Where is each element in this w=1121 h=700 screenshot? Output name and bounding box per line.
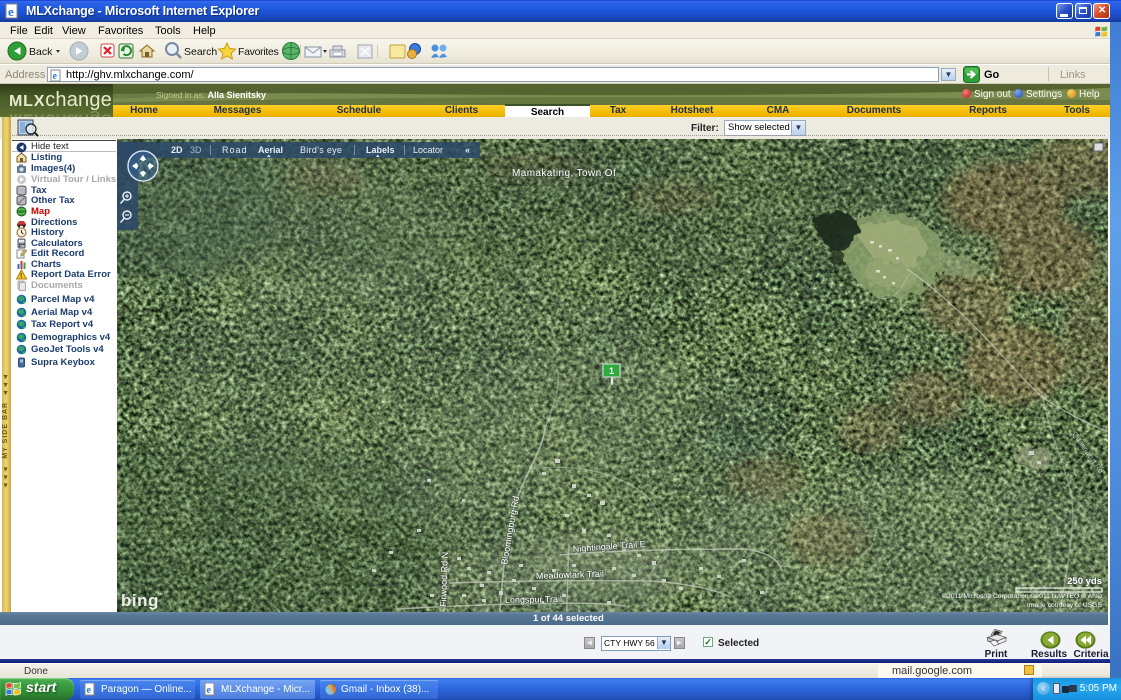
svg-text:Image courtesy of USGS: Image courtesy of USGS	[1027, 602, 1103, 609]
svg-text:Bird's eye: Bird's eye	[300, 145, 342, 155]
svg-text:3D: 3D	[190, 145, 202, 155]
svg-text:Labels: Labels	[366, 145, 395, 155]
svg-text:e: e	[8, 4, 14, 19]
svg-text:Aerial: Aerial	[258, 145, 283, 155]
svg-text:1: 1	[609, 366, 614, 376]
svg-text:e: e	[207, 685, 212, 696]
svg-text:e: e	[53, 71, 58, 82]
svg-text:!: !	[20, 273, 22, 280]
svg-text:Firwood Rd N: Firwood Rd N	[438, 552, 450, 607]
svg-text:Search: Search	[184, 46, 217, 58]
svg-text:Back: Back	[29, 46, 53, 58]
svg-text:Favorites: Favorites	[238, 46, 279, 58]
svg-text:bing: bing	[121, 591, 159, 610]
svg-text:«: «	[465, 145, 470, 155]
svg-text:Locator: Locator	[413, 145, 443, 155]
svg-text:©2011 Microsoft Corporation: ©2011 Microsoft Corporation ©2011 NAVTEQ…	[942, 592, 1102, 600]
svg-text:e: e	[87, 685, 92, 696]
svg-text:™: ™	[157, 592, 163, 599]
svg-text:2D: 2D	[171, 145, 183, 155]
svg-text:Mamakating, Town Of: Mamakating, Town Of	[512, 168, 616, 179]
svg-text:Road: Road	[222, 145, 248, 155]
svg-text:250 yds: 250 yds	[1067, 576, 1102, 587]
svg-text:Longspur Trail: Longspur Trail	[505, 594, 562, 605]
